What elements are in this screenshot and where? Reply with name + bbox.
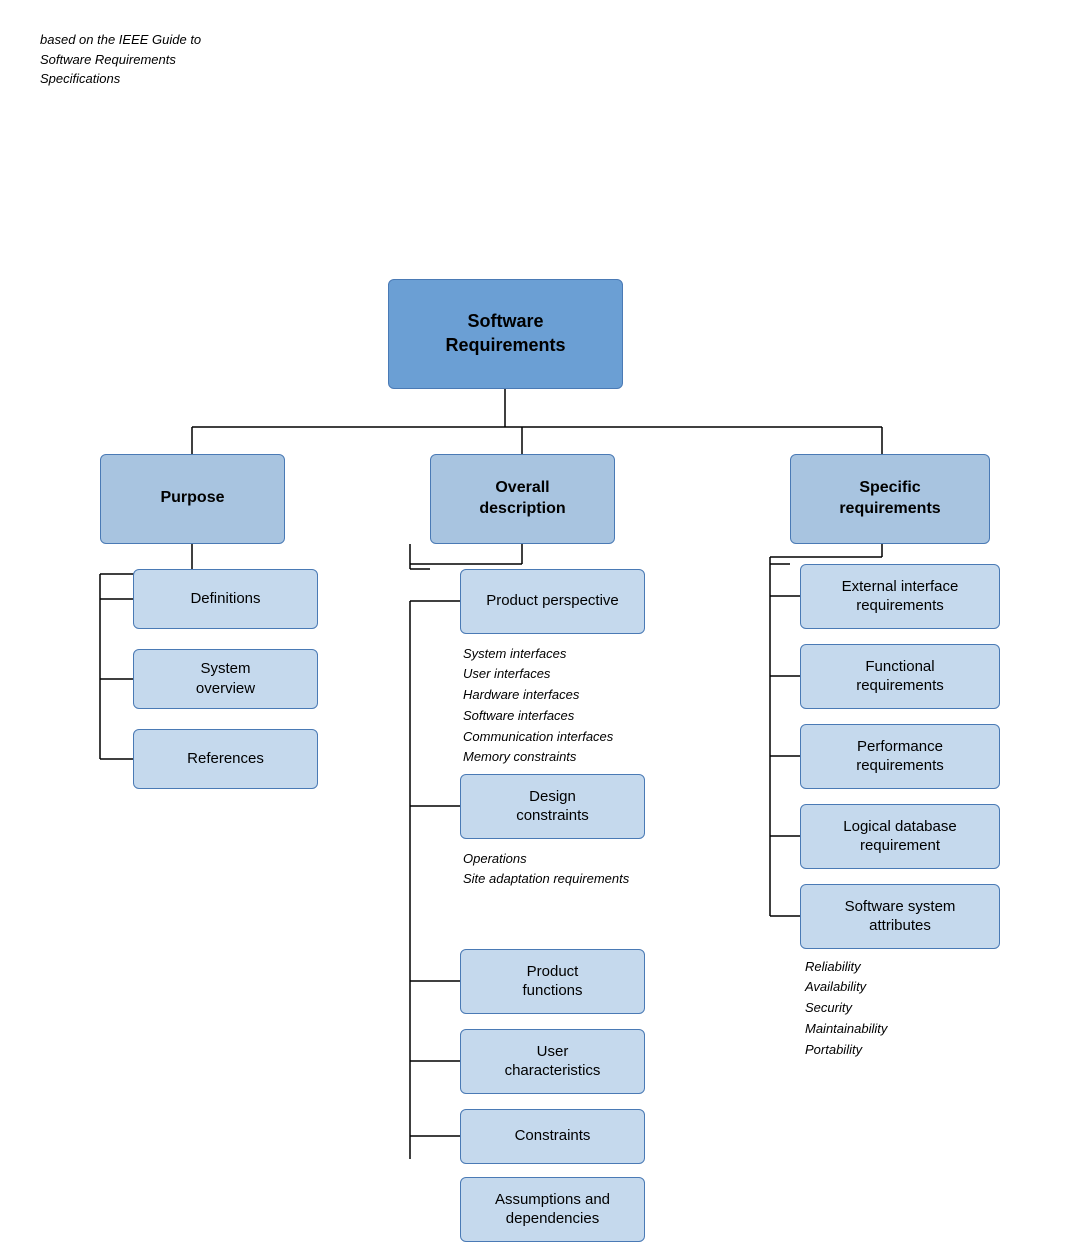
- design-constraints-box: Designconstraints: [460, 774, 645, 839]
- purpose-box: Purpose: [100, 454, 285, 544]
- specific-requirements-box: Specificrequirements: [790, 454, 990, 544]
- software-system-box: Software systemattributes: [800, 884, 1000, 949]
- design-constraints-sub: Operations Site adaptation requirements: [463, 849, 629, 891]
- system-overview-box: Systemoverview: [133, 649, 318, 709]
- references-box: References: [133, 729, 318, 789]
- performance-requirements-box: Performancerequirements: [800, 724, 1000, 789]
- logical-database-box: Logical databaserequirement: [800, 804, 1000, 869]
- product-functions-box: Productfunctions: [460, 949, 645, 1014]
- diagram: SoftwareRequirements Purpose Overalldesc…: [0, 109, 1081, 1159]
- external-interface-box: External interfacerequirements: [800, 564, 1000, 629]
- product-perspective-box: Product perspective: [460, 569, 645, 634]
- constraints-box: Constraints: [460, 1109, 645, 1164]
- product-perspective-sub: System interfaces User interfaces Hardwa…: [463, 644, 613, 769]
- subtitle: based on the IEEE Guide toSoftware Requi…: [40, 30, 1081, 89]
- overall-description-box: Overalldescription: [430, 454, 615, 544]
- user-characteristics-box: Usercharacteristics: [460, 1029, 645, 1094]
- assumptions-box: Assumptions anddependencies: [460, 1177, 645, 1242]
- software-system-sub: Reliability Availability Security Mainta…: [805, 957, 887, 1061]
- functional-requirements-box: Functionalrequirements: [800, 644, 1000, 709]
- definitions-box: Definitions: [133, 569, 318, 629]
- root-box: SoftwareRequirements: [388, 279, 623, 389]
